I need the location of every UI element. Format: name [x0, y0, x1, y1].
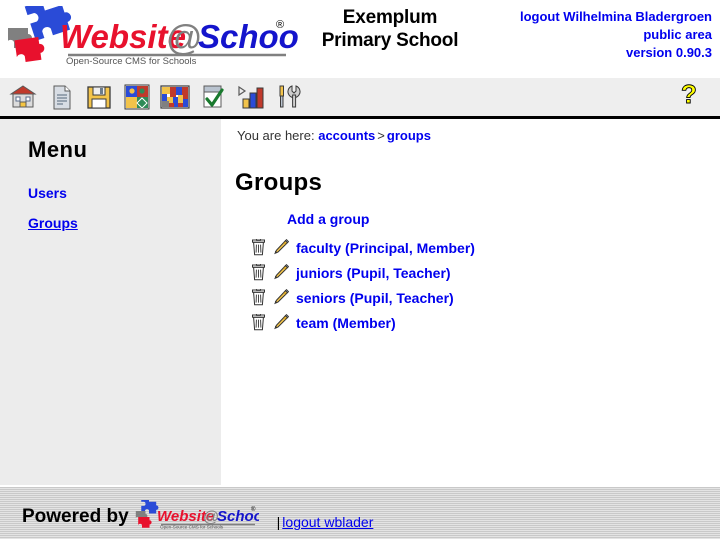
trash-icon[interactable]	[247, 288, 269, 308]
area-label: public area	[643, 27, 712, 42]
modules-icon[interactable]	[120, 80, 154, 114]
sidebar-item-users[interactable]: Users	[28, 185, 67, 201]
school-title-line2: Primary School	[321, 30, 459, 51]
group-paren-close: )	[390, 314, 396, 331]
sidebar: Menu Users Groups	[0, 119, 221, 485]
sidebar-title: Menu	[28, 137, 88, 162]
trash-icon[interactable]	[247, 313, 269, 333]
add-group-link[interactable]: Add a group	[287, 211, 369, 227]
pencil-icon[interactable]	[269, 263, 291, 283]
school-title: Exemplum Primary School	[310, 6, 470, 52]
powered-by-label: Powered by	[22, 506, 129, 527]
group-name-link[interactable]: seniors	[296, 290, 346, 306]
sidebar-item-groups[interactable]: Groups	[28, 215, 78, 231]
add-group-row: Add a group	[235, 211, 720, 229]
groups-list: Add a group faculty (Principal, Member) …	[235, 211, 720, 335]
svg-text:®: ®	[251, 506, 256, 513]
breadcrumb-separator: >	[377, 128, 385, 143]
toolbar-icon-group	[6, 78, 306, 116]
group-paren-close: )	[470, 239, 475, 256]
group-entry: juniors (Pupil, Teacher)	[296, 265, 451, 281]
svg-text:?: ?	[681, 82, 697, 109]
approve-icon[interactable]	[196, 80, 230, 114]
table-row: faculty (Principal, Member)	[235, 235, 720, 260]
footer-logout-link[interactable]: logout wblader	[282, 514, 373, 530]
content-area: You are here: accounts > groups Groups Add…	[221, 119, 720, 485]
pencil-icon[interactable]	[269, 288, 291, 308]
breadcrumb-prefix: You are here:	[237, 128, 315, 143]
svg-text:Open-Source CMS for Schools: Open-Source CMS for Schools	[160, 525, 224, 530]
trash-icon[interactable]	[247, 263, 269, 283]
school-title-line1: Exemplum	[342, 7, 438, 28]
group-name-link[interactable]: faculty	[296, 240, 341, 256]
svg-text:Open-Source CMS for Schools: Open-Source CMS for Schools	[66, 56, 197, 67]
svg-text:®: ®	[276, 19, 284, 31]
breadcrumb: You are here: accounts > groups	[237, 128, 720, 143]
header-user-info: logout Wilhelmina Bladergroen public are…	[520, 8, 712, 62]
group-name-link[interactable]: team	[296, 315, 329, 331]
page-icon[interactable]	[44, 80, 78, 114]
brand-logo: Website @ School ® Open-Source CMS for S…	[7, 0, 309, 68]
help-icon[interactable]: ?	[672, 80, 706, 114]
breadcrumb-item-groups[interactable]: groups	[387, 128, 431, 143]
main-toolbar: ?	[0, 78, 720, 119]
tools-icon[interactable]	[272, 80, 306, 114]
pencil-icon[interactable]	[269, 313, 291, 333]
footer-inner: Powered by Website @ School ® Open-Sourc…	[22, 492, 373, 534]
table-row: team (Member)	[235, 310, 720, 335]
home-icon[interactable]	[6, 80, 40, 114]
logout-link[interactable]: logout Wilhelmina Bladergroen	[520, 9, 712, 24]
footer-brand-logo: Website @ School ® Open-Source CMS for S…	[135, 498, 267, 532]
group-capacities: Principal, Member	[349, 239, 471, 256]
page-body: Menu Users Groups You are here: accounts…	[0, 119, 720, 485]
group-entry: team (Member)	[296, 315, 396, 331]
group-paren-close: )	[449, 289, 454, 306]
group-capacities: Pupil, Teacher	[351, 264, 446, 281]
group-capacities: Member	[337, 314, 391, 331]
group-name-link[interactable]: juniors	[296, 265, 343, 281]
footer-links: | logout wblader	[277, 514, 374, 530]
breadcrumb-item-accounts[interactable]: accounts	[318, 128, 375, 143]
trash-icon[interactable]	[247, 238, 269, 258]
page-title: Groups	[235, 169, 323, 196]
save-icon[interactable]	[82, 80, 116, 114]
page-header: Website @ School ® Open-Source CMS for S…	[0, 0, 720, 78]
table-row: seniors (Pupil, Teacher)	[235, 285, 720, 310]
puzzle-logo-icon	[135, 498, 159, 528]
sidebar-menu-list: Users Groups	[28, 185, 221, 245]
group-paren-close: )	[445, 264, 451, 281]
version-label: version 0.90.3	[626, 45, 712, 60]
group-capacities: Pupil, Teacher	[354, 289, 450, 306]
pencil-icon[interactable]	[269, 238, 291, 258]
page-footer: Powered by Website @ School ® Open-Sourc…	[0, 487, 720, 539]
statistics-icon[interactable]	[234, 80, 268, 114]
table-row: juniors (Pupil, Teacher)	[235, 260, 720, 285]
group-entry: seniors (Pupil, Teacher)	[296, 290, 454, 306]
group-entry: faculty (Principal, Member)	[296, 240, 475, 256]
areas-icon[interactable]	[158, 80, 192, 114]
